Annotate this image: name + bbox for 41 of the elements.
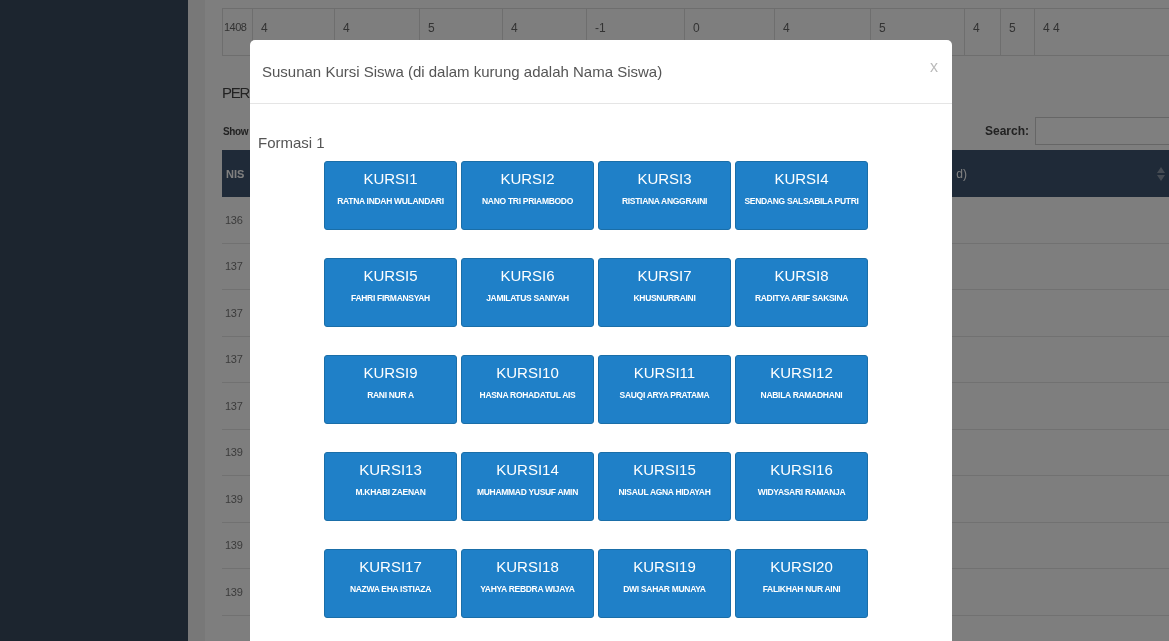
table-cell: 139 bbox=[225, 492, 243, 505]
table-cell: 5 bbox=[1001, 9, 1035, 55]
table-cell: 137 bbox=[225, 399, 243, 412]
seat-button[interactable]: KURSI11 SAUQI ARYA PRATAMA bbox=[598, 355, 731, 424]
seat-button[interactable]: KURSI20 FALIKHAH NUR AINI bbox=[735, 549, 868, 618]
seat-button[interactable]: KURSI12 NABILA RAMADHANI bbox=[735, 355, 868, 424]
seat-button[interactable]: KURSI3 RISTIANA ANGGRAINI bbox=[598, 161, 731, 230]
seat-button[interactable]: KURSI18 YAHYA REBDRA WIJAYA bbox=[461, 549, 594, 618]
seat-button[interactable]: KURSI7 KHUSNURRAINI bbox=[598, 258, 731, 327]
table-cell: 136 bbox=[225, 213, 243, 226]
seat-button[interactable]: KURSI8 RADITYA ARIF SAKSINA bbox=[735, 258, 868, 327]
seat-button[interactable]: KURSI13 M.KHABI ZAENAN bbox=[324, 452, 457, 521]
show-label: Show bbox=[223, 125, 249, 137]
seat-button[interactable]: KURSI15 NISAUL AGNA HIDAYAH bbox=[598, 452, 731, 521]
table-cell: 4 4 bbox=[1035, 9, 1169, 55]
seat-button[interactable]: KURSI5 FAHRI FIRMANSYAH bbox=[324, 258, 457, 327]
sort-icon[interactable] bbox=[1157, 166, 1165, 181]
seat-button[interactable]: KURSI1 RATNA INDAH WULANDARI bbox=[324, 161, 457, 230]
table-cell: 139 bbox=[225, 585, 243, 598]
section-heading: PER bbox=[222, 84, 248, 103]
table-cell: 137 bbox=[225, 260, 243, 273]
table-cell: 139 bbox=[225, 446, 243, 459]
table-cell: 139 bbox=[225, 539, 243, 552]
table-cell: 4 bbox=[965, 9, 1001, 55]
table-cell: 137 bbox=[225, 306, 243, 319]
column-header[interactable]: d) bbox=[956, 166, 967, 181]
seat-button[interactable]: KURSI16 WIDYASARI RAMANJA bbox=[735, 452, 868, 521]
seat-button[interactable]: KURSI19 DWI SAHAR MUNAYA bbox=[598, 549, 731, 618]
search-label: Search: bbox=[984, 124, 1029, 138]
column-header[interactable]: NIS bbox=[226, 167, 245, 180]
search-field[interactable] bbox=[1035, 117, 1169, 145]
seat-button[interactable]: KURSI6 JAMILATUS SANIYAH bbox=[461, 258, 594, 327]
seat-button[interactable]: KURSI17 NAZWA EHA ISTIAZA bbox=[324, 549, 457, 618]
table-cell: 137 bbox=[225, 353, 243, 366]
seat-button[interactable]: KURSI2 NANO TRI PRIAMBODO bbox=[461, 161, 594, 230]
formation-label: Formasi 1 bbox=[258, 134, 326, 151]
modal-title: Susunan Kursi Siswa (di dalam kurung adalah Nama Siswa) bbox=[262, 63, 663, 80]
seat-button[interactable]: KURSI4 SENDANG SALSABILA PUTRI bbox=[735, 161, 868, 230]
seat-button[interactable]: KURSI10 HASNA ROHADATUL AIS bbox=[461, 355, 594, 424]
seat-button[interactable]: KURSI9 RANI NUR A bbox=[324, 355, 457, 424]
seat-button[interactable]: KURSI14 MUHAMMAD YUSUF AMIN bbox=[461, 452, 594, 521]
